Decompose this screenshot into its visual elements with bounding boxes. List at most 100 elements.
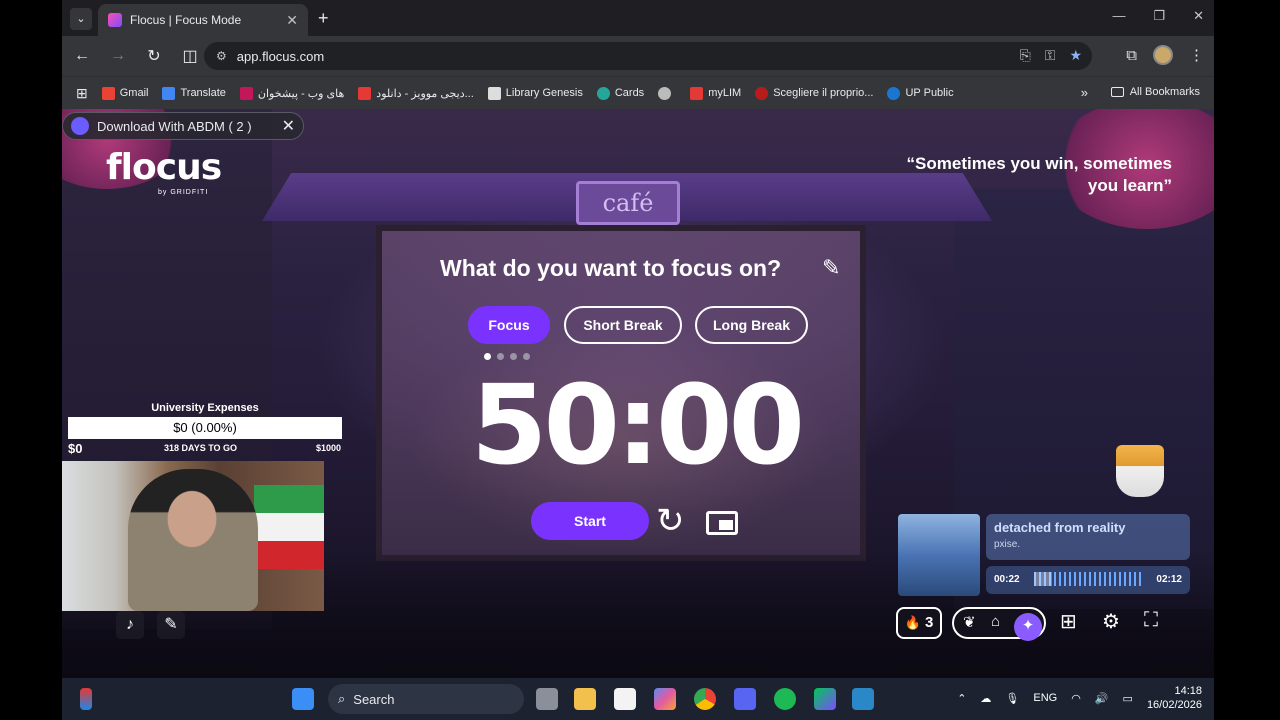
waveform[interactable] (1034, 572, 1142, 586)
more-bookmarks-icon[interactable]: » (1081, 85, 1088, 100)
flocus-favicon-icon (108, 13, 122, 27)
photos-icon[interactable] (852, 688, 874, 710)
goal-max-label: $1000 (316, 443, 342, 453)
m365-icon[interactable] (654, 688, 676, 710)
menu-kebab-icon[interactable]: ⋮ (1189, 46, 1204, 64)
bookmark-globe[interactable] (658, 86, 676, 100)
album-cover[interactable] (898, 514, 980, 596)
bookmark-cards[interactable]: Cards (596, 86, 645, 100)
fullscreen-icon[interactable]: ⛶ (1144, 609, 1158, 632)
discord-icon[interactable] (734, 688, 756, 710)
microphone-icon[interactable]: 🎙 (1005, 692, 1019, 705)
gmail-icon (101, 86, 115, 100)
all-bookmarks-label: All Bookmarks (1129, 86, 1200, 98)
omnibox-actions: ⎘ ⚿ ★ (1020, 47, 1082, 64)
page-icon (487, 86, 501, 100)
volume-icon[interactable]: 🔊 (1095, 692, 1109, 705)
weather-thermometer-icon[interactable] (80, 688, 92, 710)
chrome-icon[interactable] (694, 688, 716, 710)
all-bookmarks-folder[interactable]: All Bookmarks (1110, 86, 1200, 98)
clock[interactable]: 14:18 16/02/2026 (1147, 684, 1202, 712)
tab-search-button[interactable]: ⌄ (70, 8, 92, 30)
site-info-icon[interactable]: ⚙ (216, 49, 227, 63)
forward-icon[interactable]: → (102, 47, 134, 65)
session-dots (484, 353, 530, 360)
bookmark-label: Scegliere il proprio... (773, 87, 874, 99)
flocus-logo[interactable]: flocus (106, 147, 222, 188)
minimize-icon[interactable]: — (1112, 8, 1125, 24)
gear-icon[interactable]: ⚙ (1102, 609, 1120, 634)
clock-time: 14:18 (1174, 685, 1202, 697)
streak-counter[interactable]: 🔥 3 (896, 607, 942, 639)
flame-icon: 🔥 (904, 615, 921, 630)
bookmark-translate[interactable]: Translate (162, 86, 226, 100)
mode-focus-button[interactable]: Focus (468, 306, 550, 344)
picture-in-picture-icon[interactable] (706, 511, 738, 535)
reload-icon[interactable]: ↻ (138, 46, 170, 66)
bookmark-scegliere[interactable]: Scegliere il proprio... (755, 86, 874, 100)
cloud-icon[interactable]: ☁ (980, 692, 991, 705)
taskbar-search[interactable]: ⌕ Search (328, 684, 524, 714)
gift-icon[interactable]: ⊞ (1060, 609, 1077, 634)
goal-progress-bar: $0 (0.00%) (68, 417, 342, 439)
apps-grid-icon[interactable]: ⊞ (76, 85, 88, 102)
bookmark-label: Cards (614, 87, 645, 99)
plant-icon[interactable]: ❦ (963, 613, 976, 631)
battery-icon[interactable]: ▭ (1123, 692, 1133, 705)
mylim-icon (690, 86, 704, 100)
new-tab-icon[interactable]: + (318, 8, 329, 29)
bookmark-digimoviez[interactable]: دیجی موویز - دانلود... (358, 86, 474, 100)
install-app-icon[interactable]: ⎘ (1020, 47, 1031, 64)
mode-long-break-button[interactable]: Long Break (695, 306, 808, 344)
close-window-icon[interactable]: ✕ (1193, 8, 1204, 24)
store-icon[interactable] (614, 688, 636, 710)
task-view-icon[interactable] (536, 688, 558, 710)
pencil-icon[interactable]: ✎ (157, 611, 185, 639)
chevron-up-icon[interactable]: ⌃ (957, 692, 966, 705)
extensions-puzzle-icon[interactable]: ⧉ (1126, 47, 1137, 64)
restore-icon[interactable]: ❐ (1153, 8, 1165, 24)
back-icon[interactable]: ← (66, 47, 98, 65)
abdm-download-banner[interactable]: Download With ABDM ( 2 ) ✕ (62, 112, 304, 140)
start-button[interactable]: Start (531, 502, 649, 540)
goal-title: University Expenses (151, 402, 259, 414)
music-note-icon[interactable]: ♪ (116, 611, 144, 639)
start-windows-icon[interactable] (292, 688, 314, 710)
active-tab[interactable]: Flocus | Focus Mode ✕ (98, 4, 308, 36)
site-icon (239, 86, 253, 100)
reset-icon[interactable]: ↻ (656, 501, 685, 541)
bookmark-web-dashboard[interactable]: های وب - پیشخوان (239, 86, 345, 100)
site-icon (358, 86, 372, 100)
bookmark-gmail[interactable]: Gmail (101, 86, 148, 100)
elapsed-time: 00:22 (994, 574, 1020, 585)
view-switcher: ❦ ⌂ ✦ (952, 607, 1046, 641)
bookmark-star-icon[interactable]: ★ (1069, 47, 1082, 64)
folder-icon (1110, 87, 1124, 97)
file-explorer-icon[interactable] (574, 688, 596, 710)
focus-question[interactable]: What do you want to focus on? (440, 255, 781, 282)
profile-avatar[interactable] (1153, 45, 1173, 65)
split-view-icon[interactable]: ◫ (174, 46, 206, 66)
spotify-icon[interactable] (774, 688, 796, 710)
bookmark-library-genesis[interactable]: Library Genesis (487, 86, 583, 100)
bookmark-mylim[interactable]: myLIM (690, 86, 741, 100)
close-icon[interactable]: ✕ (282, 116, 295, 136)
address-bar[interactable]: ⚙ app.flocus.com ⎘ ⚿ ★ (204, 42, 1092, 70)
vpn-app-icon[interactable] (814, 688, 836, 710)
bookmark-label: های وب - پیشخوان (257, 87, 345, 100)
edit-pencil-icon[interactable]: ✎ (822, 255, 840, 281)
streak-count: 3 (925, 614, 934, 631)
close-tab-icon[interactable]: ✕ (286, 12, 298, 29)
track-title: detached from reality (994, 520, 1126, 535)
lightbulb-icon[interactable]: ✦ (1014, 613, 1042, 641)
site-icon (755, 86, 769, 100)
bookmark-up-public[interactable]: UP Public (887, 86, 954, 100)
track-progress[interactable]: 00:22 02:12 (986, 566, 1190, 594)
home-icon[interactable]: ⌂ (991, 613, 1000, 630)
mode-short-break-button[interactable]: Short Break (564, 306, 682, 344)
language-indicator[interactable]: ENG (1033, 692, 1057, 704)
site-icon (887, 86, 901, 100)
wifi-icon[interactable]: ◠ (1071, 692, 1081, 705)
password-key-icon[interactable]: ⚿ (1045, 47, 1056, 64)
track-artist: pxise. (994, 539, 1021, 550)
